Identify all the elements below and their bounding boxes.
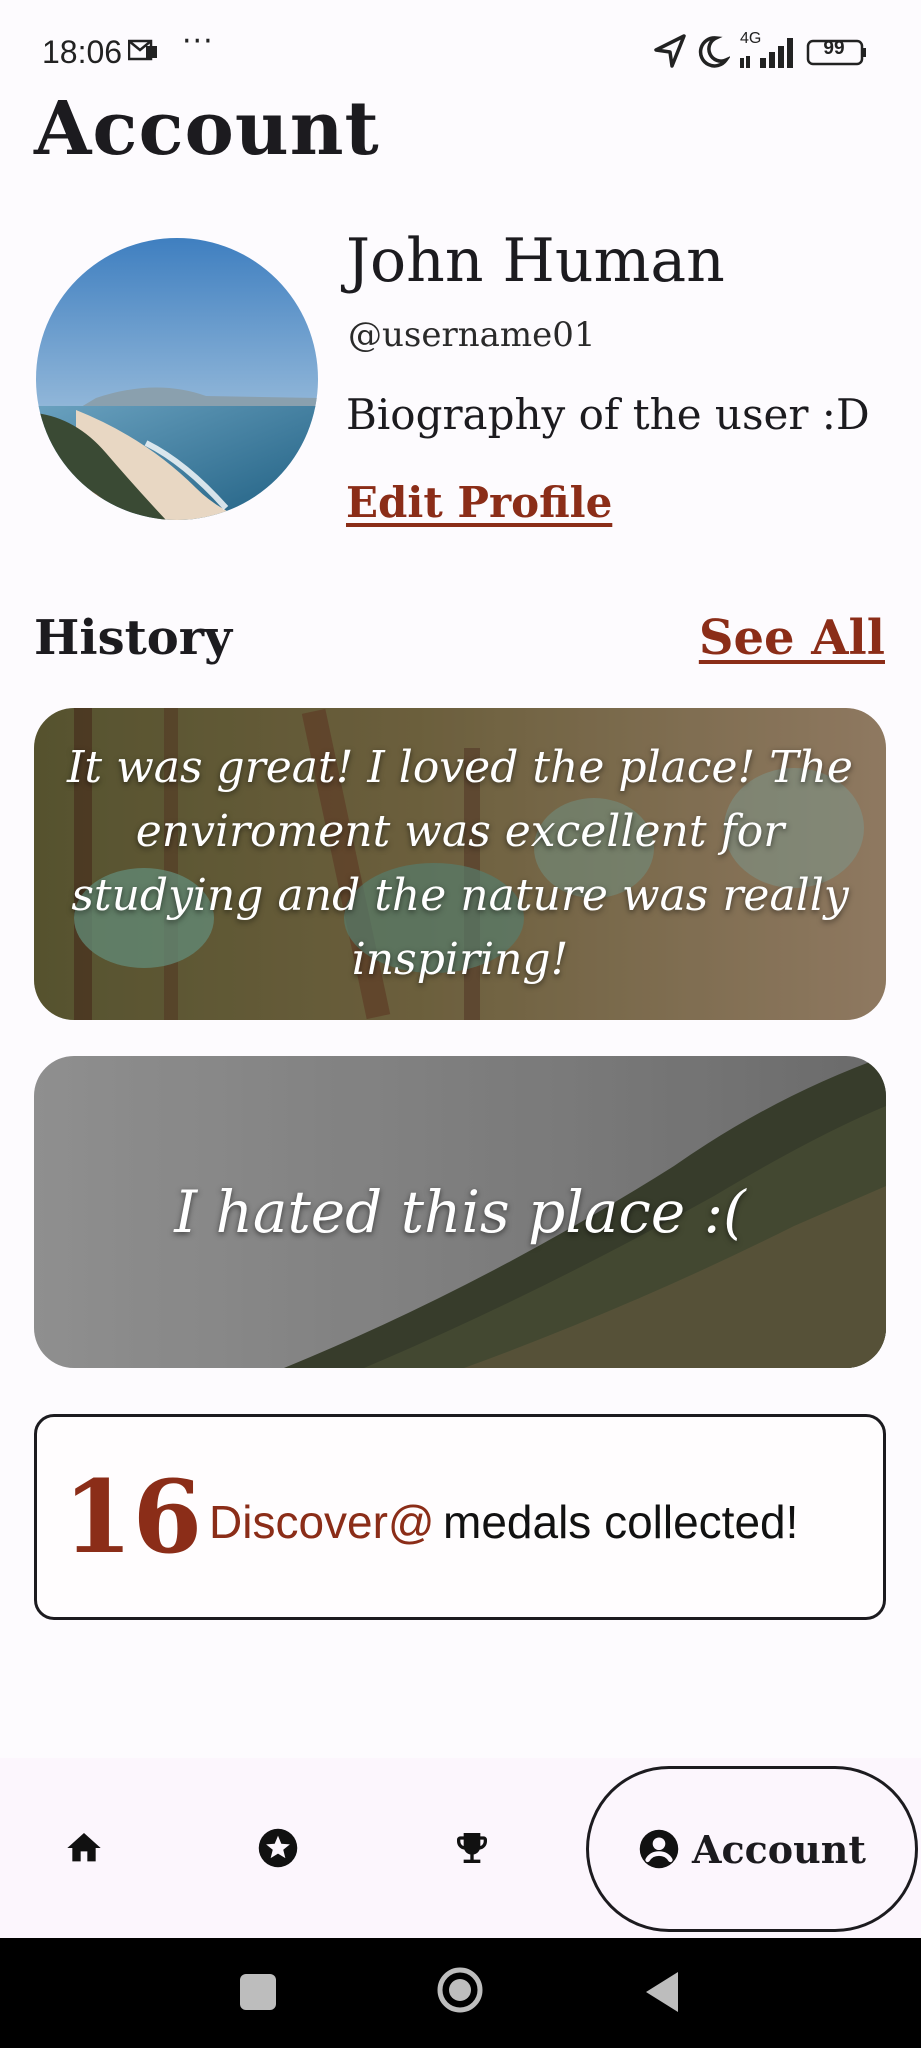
profile-username: @username01 (348, 315, 596, 355)
history-review-text: It was great! I loved the place! The env… (67, 742, 853, 985)
status-more: ··· (182, 24, 214, 59)
nav-account[interactable]: Account (586, 1766, 918, 1932)
notification-icon (128, 39, 157, 61)
avatar (36, 238, 318, 520)
history-card[interactable]: I hated this place :( (34, 1056, 886, 1368)
profile-name: John Human (346, 226, 725, 296)
battery-level: 99 (823, 38, 845, 59)
history-card[interactable]: It was great! I loved the place! The env… (34, 708, 886, 1020)
recent-apps-button[interactable] (240, 1974, 276, 2010)
moon-icon (698, 36, 730, 68)
account-icon (639, 1829, 679, 1869)
profile-bio: Biography of the user :D (346, 390, 870, 439)
system-nav-bar (0, 1938, 921, 2048)
page-title: Account (34, 86, 380, 172)
star-icon (258, 1828, 298, 1868)
medals-label: medals collected! (443, 1496, 799, 1548)
edit-profile-link[interactable]: Edit Profile (346, 478, 612, 527)
status-bar: 18:06 ··· 4G 99 (0, 0, 921, 100)
back-button[interactable] (644, 1970, 680, 2014)
medals-brand: Discover@ (209, 1496, 435, 1548)
medals-card: 16 Discover@ medals collected! (34, 1414, 886, 1620)
bottom-nav: Account (0, 1758, 921, 1938)
history-review-text: I hated this place :( (174, 1178, 746, 1246)
nav-achievements[interactable] (422, 1758, 522, 1938)
history-title: History (34, 610, 232, 666)
trophy-icon (457, 1833, 487, 1863)
signal-icon (740, 38, 793, 68)
nav-home[interactable] (34, 1758, 134, 1938)
location-icon (654, 34, 686, 68)
status-time: 18:06 (42, 34, 123, 70)
medals-count: 16 (63, 1458, 203, 1576)
see-all-link[interactable]: See All (699, 610, 885, 666)
home-icon (67, 1833, 101, 1862)
nav-account-label: Account (692, 1826, 866, 1872)
home-button[interactable] (436, 1966, 484, 2014)
nav-favorites[interactable] (228, 1758, 328, 1938)
